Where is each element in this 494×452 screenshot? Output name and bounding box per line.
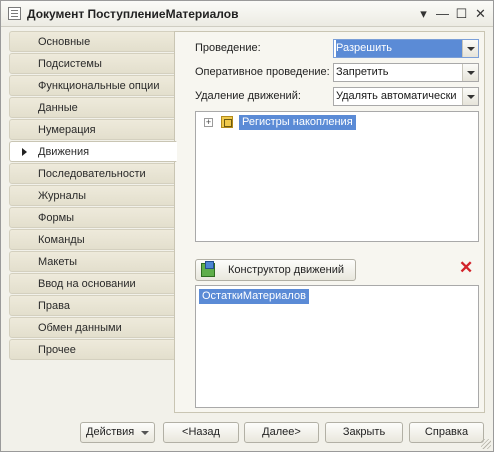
sidebar-item[interactable]: Формы [9, 207, 175, 228]
expand-icon[interactable]: + [204, 118, 213, 127]
next-button[interactable]: Далее> [244, 422, 319, 443]
chevron-down-icon[interactable] [462, 64, 478, 81]
sidebar: Основные Подсистемы Функциональные опции Да… [9, 31, 177, 361]
sidebar-item[interactable]: Движения [9, 141, 177, 162]
tree-node-accumulation-registers[interactable]: Регистры накопления [239, 115, 356, 130]
registers-list[interactable]: ОстаткиМатериалов [195, 285, 479, 408]
sidebar-item-label: Прочее [38, 344, 76, 356]
sidebar-item-label: Последовательности [38, 168, 146, 180]
sidebar-item[interactable]: Журналы [9, 185, 175, 206]
delete-movements-select[interactable]: Удалять автоматически [333, 87, 479, 106]
sidebar-item-label: Журналы [38, 190, 87, 202]
sidebar-item[interactable]: Функциональные опции [9, 75, 175, 96]
sidebar-item[interactable]: Подсистемы [9, 53, 175, 74]
sidebar-item[interactable]: Нумерация [9, 119, 175, 140]
minimize-icon[interactable]: — [434, 5, 451, 22]
sidebar-item-label: Нумерация [38, 124, 96, 136]
sidebar-item-label: Основные [38, 36, 91, 48]
back-button[interactable]: <Назад [163, 422, 239, 443]
movements-constructor-label: Конструктор движений [228, 264, 345, 276]
chevron-down-icon[interactable] [462, 40, 478, 57]
list-item[interactable]: ОстаткиМатериалов [199, 289, 309, 304]
sidebar-item-label: Подсистемы [38, 58, 102, 70]
sidebar-item-label: Команды [38, 234, 85, 246]
movements-panel: Проведение: Разрешить Оперативное провед… [174, 31, 485, 413]
sidebar-item[interactable]: Макеты [9, 251, 175, 272]
sidebar-item[interactable]: Последовательности [9, 163, 175, 184]
delete-icon[interactable]: ✕ [459, 259, 473, 276]
posting-value: Разрешить [336, 40, 462, 57]
document-properties-window: Документ ПоступлениеМатериалов ▾ — ☐ ✕ О… [0, 0, 494, 452]
current-tab-arrow-icon [22, 148, 27, 156]
sidebar-item-label: Формы [38, 212, 75, 224]
window-menu-icon[interactable]: ▾ [415, 5, 432, 22]
sidebar-item-label: Макеты [38, 256, 78, 268]
constructor-icon [201, 261, 215, 277]
maximize-icon[interactable]: ☐ [453, 5, 470, 22]
sidebar-item-label: Ввод на основании [38, 278, 136, 290]
help-button[interactable]: Справка [409, 422, 484, 443]
realtime-posting-value: Запретить [336, 66, 389, 78]
window-title: Документ ПоступлениеМатериалов [27, 7, 239, 21]
sidebar-item[interactable]: Команды [9, 229, 175, 250]
sidebar-item[interactable]: Основные [9, 31, 175, 52]
sidebar-item-label: Обмен данными [38, 322, 122, 334]
sidebar-item-label: Функциональные опции [38, 80, 160, 92]
sidebar-item-label: Движения [38, 146, 90, 158]
registers-tree[interactable]: + Регистры накопления [195, 111, 479, 242]
close-icon[interactable]: ✕ [472, 5, 489, 22]
realtime-posting-select[interactable]: Запретить [333, 63, 479, 82]
posting-label: Проведение: [195, 42, 261, 54]
delete-movements-label: Удаление движений: [195, 90, 301, 102]
sidebar-item[interactable]: Прочее [9, 339, 175, 360]
title-bar[interactable]: Документ ПоступлениеМатериалов ▾ — ☐ ✕ [1, 1, 493, 27]
movements-constructor-button[interactable]: Конструктор движений [195, 259, 356, 281]
chevron-down-icon [141, 431, 149, 435]
sidebar-item[interactable]: Ввод на основании [9, 273, 175, 294]
actions-label: Действия [86, 426, 135, 438]
actions-menu-button[interactable]: Действия [80, 422, 155, 443]
register-folder-icon [221, 116, 233, 128]
realtime-posting-label: Оперативное проведение: [195, 66, 330, 78]
sidebar-item[interactable]: Права [9, 295, 175, 316]
close-button[interactable]: Закрыть [325, 422, 403, 443]
document-icon [8, 7, 21, 20]
chevron-down-icon[interactable] [462, 88, 478, 105]
sidebar-item[interactable]: Данные [9, 97, 175, 118]
sidebar-item-label: Права [38, 300, 70, 312]
sidebar-item[interactable]: Обмен данными [9, 317, 175, 338]
sidebar-item-label: Данные [38, 102, 78, 114]
resize-grip-icon[interactable] [481, 439, 491, 449]
posting-select[interactable]: Разрешить [333, 39, 479, 58]
delete-movements-value: Удалять автоматически [336, 90, 457, 102]
